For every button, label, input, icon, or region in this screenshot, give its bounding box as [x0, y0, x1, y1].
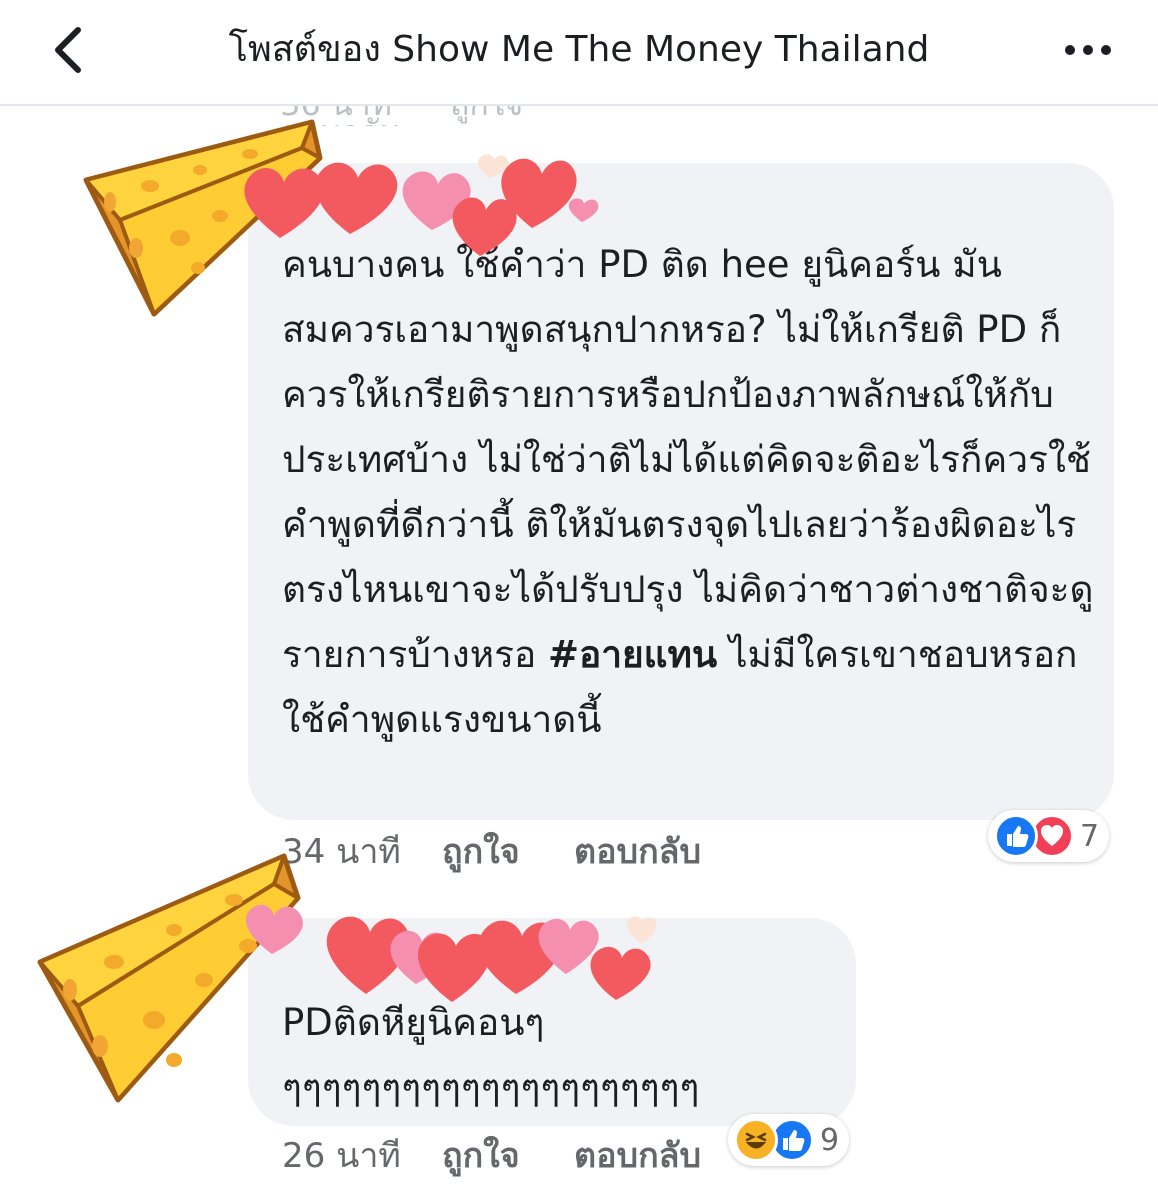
reaction-count: 9	[820, 1122, 840, 1158]
haha-reaction-icon	[734, 1118, 778, 1162]
reaction-summary[interactable]: 9	[728, 1114, 850, 1166]
reaction-summary[interactable]: 7	[988, 810, 1110, 862]
comment-body: คนบางคน ใช้คำว่า PD ติด hee ยูนิคอร์น มั…	[282, 243, 1094, 676]
previous-comment-like-link[interactable]: ถูกใจ	[450, 106, 523, 120]
comment-time: 26 นาที	[282, 1136, 401, 1176]
like-link[interactable]: ถูกใจ	[442, 828, 574, 876]
comment-time: 34 นาที	[282, 832, 401, 872]
comment-meta-row: 34 นาที ถูกใจ ตอบกลับ	[282, 828, 701, 876]
comment-text: PDติดหียูนิคอนๆ ๆๆๆๆๆๆๆๆๆๆๆๆๆๆๆๆๆๆๆๆๆ	[282, 1001, 700, 1109]
page-title: โพสต์ของ Show Me The Money Thailand	[228, 29, 930, 70]
chevron-left-icon	[44, 27, 96, 80]
back-button[interactable]	[44, 24, 96, 76]
like-reaction-icon	[994, 814, 1038, 858]
more-options-button[interactable]	[1058, 26, 1118, 74]
hashtag-link[interactable]: #อายแทน	[548, 633, 717, 676]
comment-meta-row: 26 นาที ถูกใจ ตอบกลับ	[282, 1132, 701, 1180]
like-link[interactable]: ถูกใจ	[442, 1132, 574, 1180]
previous-comment-meta: 36 นาที ถูกใจ ตอบกลับ	[280, 106, 740, 126]
more-dots-icon	[1058, 45, 1118, 78]
reply-link[interactable]: ตอบกลับ	[574, 828, 701, 876]
comment-text: คนบางคน ใช้คำว่า PD ติด hee ยูนิคอร์น มั…	[282, 232, 1102, 752]
reply-link[interactable]: ตอบกลับ	[574, 1132, 701, 1180]
reaction-count: 7	[1080, 818, 1100, 854]
previous-comment-reply-link[interactable]: ตอบกลับ	[280, 116, 400, 126]
top-navigation-bar: โพสต์ของ Show Me The Money Thailand	[0, 0, 1158, 106]
